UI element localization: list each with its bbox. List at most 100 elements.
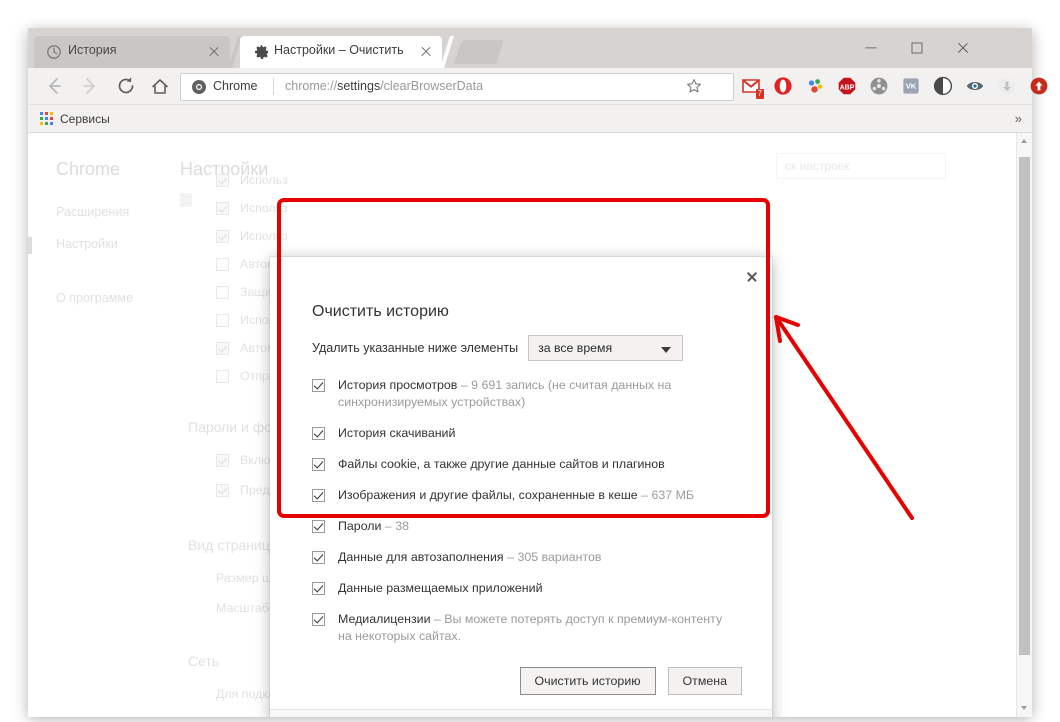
colorful-paw-icon[interactable] [805, 76, 825, 96]
time-range-value: за все время [538, 341, 613, 355]
checkbox[interactable] [216, 370, 229, 383]
vk-downloader-icon[interactable]: VK [901, 76, 921, 96]
checkbox-cached-files[interactable] [312, 489, 325, 502]
maximize-button[interactable] [894, 28, 940, 68]
new-tab-button[interactable] [454, 40, 504, 64]
settings-checkbox-row[interactable]: Использ [216, 201, 288, 215]
list-item[interactable]: Медиалицензии – Вы можете потерять досту… [312, 611, 734, 645]
back-arrow-icon[interactable] [42, 74, 66, 98]
bookmark-services[interactable]: Сервисы [40, 109, 110, 128]
checkbox-browsing-history[interactable] [312, 379, 325, 392]
checkbox-autofill[interactable] [312, 551, 325, 564]
vertical-scrollbar[interactable] [1016, 133, 1032, 717]
checkbox[interactable] [216, 202, 229, 215]
settings-search-box[interactable]: ск настроек [776, 153, 946, 179]
tab-close-icon[interactable] [418, 44, 434, 60]
sidebar-label: О программе [56, 291, 134, 305]
minimize-button[interactable] [848, 28, 894, 68]
checkbox[interactable] [216, 230, 229, 243]
checkbox[interactable] [216, 314, 229, 327]
reload-icon[interactable] [114, 74, 138, 98]
forward-arrow-icon[interactable] [78, 74, 102, 98]
red-upload-icon[interactable] [1029, 76, 1049, 96]
screenshot-root: История Настройки – Очистить и Chrome ch… [0, 0, 1060, 722]
url-text: chrome://settings/clearBrowserData [285, 79, 484, 93]
contrast-circle-icon[interactable] [933, 76, 953, 96]
settings-checkbox-row[interactable]: Использ [216, 229, 288, 243]
sidebar-item-extensions[interactable]: Расширения [56, 205, 129, 219]
checkbox[interactable] [216, 258, 229, 271]
google-apps-grid-icon [40, 112, 53, 125]
list-item-label: История скачиваний [338, 426, 456, 440]
list-item[interactable]: Пароли – 38 [312, 518, 732, 535]
list-item-label: Файлы cookie, а также другие данные сайт… [338, 457, 665, 471]
browser-window: История Настройки – Очистить и Chrome ch… [28, 28, 1048, 717]
list-item-label: Медиалицензии – Вы можете потерять досту… [338, 612, 723, 643]
checkbox[interactable] [216, 454, 229, 467]
time-range-label: Удалить указанные ниже элементы [312, 341, 519, 355]
checkbox[interactable] [216, 342, 229, 355]
list-item[interactable]: Данные для автозаполнения – 305 варианто… [312, 549, 732, 566]
checkbox[interactable] [216, 286, 229, 299]
tab-settings[interactable]: Настройки – Очистить и [240, 36, 442, 68]
checkbox[interactable] [216, 174, 229, 187]
list-item-label: Изображения и другие файлы, сохраненные … [338, 488, 695, 502]
scrollbar-thumb[interactable] [1019, 157, 1030, 655]
list-item[interactable]: История просмотров – 9 691 запись (не сч… [312, 377, 738, 411]
checkbox-media-licenses[interactable] [312, 613, 325, 626]
tab-title: История [68, 43, 117, 57]
sidebar-item-settings[interactable]: Настройки [28, 237, 118, 254]
cancel-button[interactable]: Отмена [667, 667, 742, 695]
checkbox-cookies[interactable] [312, 458, 325, 471]
address-bar[interactable]: Chrome chrome://settings/clearBrowserDat… [180, 73, 734, 101]
sidebar-label: Расширения [56, 205, 130, 219]
sidebar-item-about[interactable]: О программе [56, 291, 133, 305]
checkbox-label: Использ [240, 229, 288, 243]
film-reel-icon[interactable] [869, 76, 889, 96]
svg-text:ABP: ABP [840, 84, 855, 91]
scroll-down-arrow[interactable] [1017, 700, 1032, 717]
chrome-logo-icon [192, 80, 206, 94]
star-icon[interactable] [686, 78, 702, 94]
list-item-label: Пароли – 38 [338, 519, 410, 533]
dialog-body: Удалить указанные ниже элементы за все в… [312, 333, 732, 659]
cloud-download-icon[interactable] [997, 76, 1017, 96]
data-type-list: История просмотров – 9 691 запись (не сч… [312, 377, 732, 645]
footer-note-google: История просмотра также может храниться … [270, 710, 772, 717]
tab-close-icon[interactable] [206, 44, 222, 60]
clear-history-button[interactable]: Очистить историю [519, 667, 656, 695]
gmail-badge: 7 [755, 89, 764, 99]
checkbox-download-history[interactable] [312, 427, 325, 440]
time-range-row: Удалить указанные ниже элементы за все в… [312, 333, 732, 363]
security-chip-label: Chrome [213, 79, 258, 93]
scroll-up-arrow[interactable] [1017, 133, 1032, 150]
checkbox-hosted-app-data[interactable] [312, 582, 325, 595]
list-item[interactable]: Данные размещаемых приложений [312, 580, 732, 597]
list-item-label: История просмотров – 9 691 запись (не сч… [338, 378, 672, 409]
dialog-close-icon[interactable] [744, 269, 760, 285]
settings-gear-icon [255, 45, 268, 59]
checkbox[interactable] [216, 484, 229, 497]
eye-icon[interactable] [965, 76, 985, 96]
bookmarks-overflow-button[interactable]: » [1015, 111, 1022, 126]
chevron-down-icon [661, 347, 672, 353]
tab-history[interactable]: История [34, 36, 230, 68]
time-range-select[interactable]: за все время [528, 335, 684, 361]
sidebar-selected-marker [28, 237, 32, 254]
list-item[interactable]: Файлы cookie, а также другие данные сайт… [312, 456, 732, 473]
adblock-plus-icon[interactable]: ABP [837, 76, 857, 96]
settings-checkbox-row[interactable]: Использ [216, 173, 288, 187]
chrome-brand-label: Chrome [56, 159, 121, 179]
dialog-title: Очистить историю [312, 303, 449, 320]
home-icon[interactable] [148, 74, 172, 98]
list-item[interactable]: История скачиваний [312, 425, 732, 442]
gmail-icon[interactable]: 7 [741, 76, 764, 99]
list-item-label: Данные размещаемых приложений [338, 581, 543, 595]
dialog-footer: История просмотра также может храниться … [270, 709, 772, 717]
bookmarks-bar: Сервисы » [28, 105, 1032, 133]
opera-vpn-icon[interactable] [773, 76, 793, 96]
checkbox-passwords[interactable] [312, 520, 325, 533]
section-heading-passwords: Пароли и фо [188, 419, 273, 435]
list-item[interactable]: Изображения и другие файлы, сохраненные … [312, 487, 732, 504]
close-button[interactable] [940, 28, 986, 68]
